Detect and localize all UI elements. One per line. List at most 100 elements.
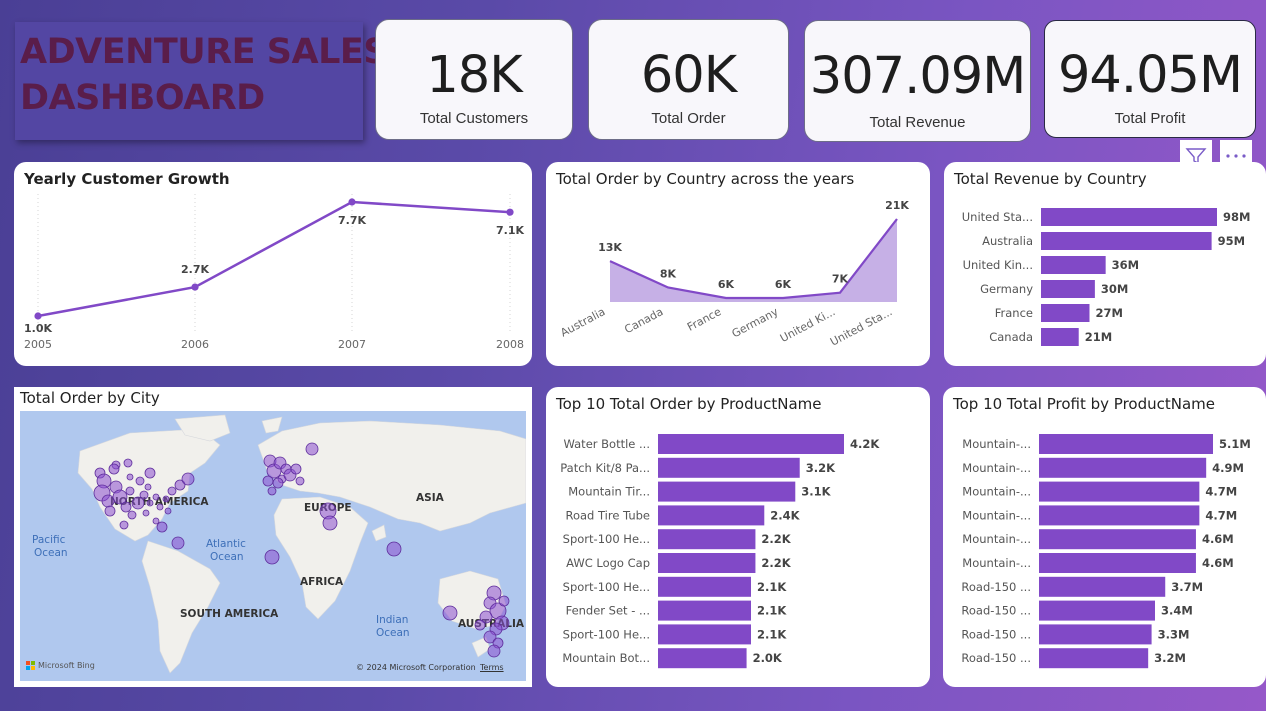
bar[interactable]	[658, 576, 751, 597]
order-by-country-years-card[interactable]: Total Order by Country across the years …	[546, 162, 930, 366]
area-fill	[610, 219, 897, 302]
data-label: 30M	[1101, 282, 1128, 296]
bar[interactable]	[1041, 232, 1212, 250]
map-terms-link[interactable]: Terms	[480, 663, 504, 672]
continent-label: SOUTH AMERICA	[180, 608, 279, 620]
top10-order-product-card[interactable]: Top 10 Total Order by ProductName Water …	[546, 387, 930, 687]
bar[interactable]	[1039, 624, 1152, 645]
data-label: 4.7M	[1205, 485, 1237, 499]
kpi-total-customers[interactable]: 18K Total Customers	[375, 19, 573, 140]
ocean-label: Ocean	[34, 547, 68, 559]
ocean-label: Atlantic	[206, 538, 246, 550]
bar[interactable]	[1039, 553, 1196, 573]
bar[interactable]	[658, 553, 756, 573]
data-label: 98M	[1223, 210, 1250, 224]
customer-growth-line-chart: 1.0K 2005 2.7K 2006 7.7K 2007 7.1K 2008	[24, 194, 524, 351]
category-label: United Sta...	[962, 210, 1033, 224]
data-label: 36M	[1112, 258, 1139, 272]
category-label: Mountain Tir...	[568, 485, 650, 499]
ocean-label: Ocean	[210, 551, 244, 563]
bar[interactable]	[1041, 328, 1079, 346]
order-by-country-area-chart: 13K Australia 8K Canada 6K France 6K Germany 7K U…	[558, 199, 909, 349]
data-label: 6K	[775, 278, 792, 291]
map-copyright: © 2024 Microsoft Corporation	[356, 663, 476, 672]
top10-profit-product-card[interactable]: Top 10 Total Profit by ProductName Mount…	[943, 387, 1266, 687]
x-tick-label: Australia	[558, 305, 607, 339]
bar[interactable]	[658, 648, 747, 669]
kpi-label: Total Order	[651, 110, 726, 127]
dashboard-title-box: ADVENTURE SALES DASHBOARD	[15, 22, 388, 140]
chart-title: Total Order by City	[20, 389, 160, 407]
kpi-value: 60K	[640, 46, 737, 105]
bar[interactable]	[658, 457, 800, 478]
bing-attribution: Microsoft Bing	[38, 661, 95, 670]
data-label: 2.2K	[761, 532, 791, 546]
yearly-customer-growth-card[interactable]: Yearly Customer Growth 1.0K 2005 2.7K 2006 7…	[14, 162, 532, 366]
data-label: 7.7K	[338, 214, 366, 227]
x-tick-label: Germany	[730, 305, 781, 340]
category-label: Water Bottle ...	[564, 437, 651, 451]
data-label: 2.7K	[181, 263, 209, 276]
city-map[interactable]: NORTH AMERICAEUROPEASIAAFRICASOUTH AMERI…	[20, 411, 526, 681]
bar[interactable]	[1039, 576, 1166, 597]
bar[interactable]	[658, 434, 844, 454]
bar[interactable]	[658, 505, 765, 526]
bar[interactable]	[1041, 256, 1106, 274]
data-point[interactable]	[191, 283, 199, 291]
kpi-total-revenue[interactable]: 307.09M Total Revenue	[804, 20, 1031, 142]
bar[interactable]	[1039, 481, 1200, 502]
kpi-total-order[interactable]: 60K Total Order	[588, 19, 789, 140]
top10-profit-bar-chart: Mountain-... 5.1M Mountain-... 4.9M Mountain…	[961, 434, 1251, 669]
data-label: 95M	[1218, 234, 1245, 248]
category-label: Mountain-...	[962, 485, 1031, 499]
order-by-city-map-card[interactable]: Total Order by City NORTH AMERICAEUROPEA…	[14, 387, 532, 687]
bar[interactable]	[658, 600, 751, 621]
data-point[interactable]	[34, 312, 42, 320]
ocean-label: Indian	[376, 614, 408, 626]
continent-label: ASIA	[416, 492, 445, 504]
revenue-by-country-card[interactable]: Total Revenue by Country United Sta... 98…	[944, 162, 1266, 366]
continent-label: AFRICA	[300, 576, 344, 588]
data-label: 2.1K	[757, 604, 787, 618]
data-label: 2.0K	[753, 651, 783, 665]
bar[interactable]	[1039, 505, 1200, 526]
category-label: Mountain-...	[962, 556, 1031, 570]
bar[interactable]	[1041, 280, 1095, 298]
category-label: Fender Set - ...	[566, 604, 650, 618]
bar[interactable]	[1039, 600, 1155, 621]
data-label: 4.6M	[1202, 556, 1234, 570]
bar[interactable]	[1041, 304, 1090, 322]
category-label: Road-150 ...	[961, 651, 1031, 665]
data-label: 3.4M	[1161, 604, 1193, 618]
data-point[interactable]	[506, 208, 514, 216]
dashboard-title-line1: ADVENTURE SALES	[20, 32, 388, 72]
bar[interactable]	[658, 481, 796, 502]
bar[interactable]	[1039, 648, 1149, 669]
bar[interactable]	[1041, 208, 1217, 226]
land-masses	[77, 414, 526, 674]
category-label: France	[995, 306, 1033, 320]
category-label: Road-150 ...	[961, 604, 1031, 618]
category-label: Sport-100 He...	[563, 627, 650, 641]
bar[interactable]	[1039, 529, 1196, 550]
bing-logo	[26, 661, 35, 670]
category-label: United Kin...	[963, 258, 1033, 272]
data-label: 2.4K	[770, 508, 800, 522]
category-label: AWC Logo Cap	[566, 556, 650, 570]
data-label: 3.2M	[1154, 651, 1186, 665]
data-label: 8K	[660, 267, 677, 280]
bar[interactable]	[1039, 457, 1207, 478]
data-label: 2.2K	[761, 556, 791, 570]
bar[interactable]	[1039, 434, 1213, 454]
bar[interactable]	[658, 624, 751, 645]
data-label: 5.1M	[1219, 437, 1251, 451]
data-label: 4.9M	[1212, 461, 1244, 475]
data-label: 3.3M	[1158, 627, 1190, 641]
kpi-label: Total Customers	[419, 110, 529, 127]
x-tick-label: United Sta...	[828, 305, 894, 348]
data-point[interactable]	[348, 198, 356, 206]
bar[interactable]	[658, 529, 756, 550]
kpi-total-profit[interactable]: 94.05M Total Profit	[1044, 20, 1256, 138]
category-label: Patch Kit/8 Pa...	[560, 461, 650, 475]
x-tick-label: France	[685, 305, 724, 334]
